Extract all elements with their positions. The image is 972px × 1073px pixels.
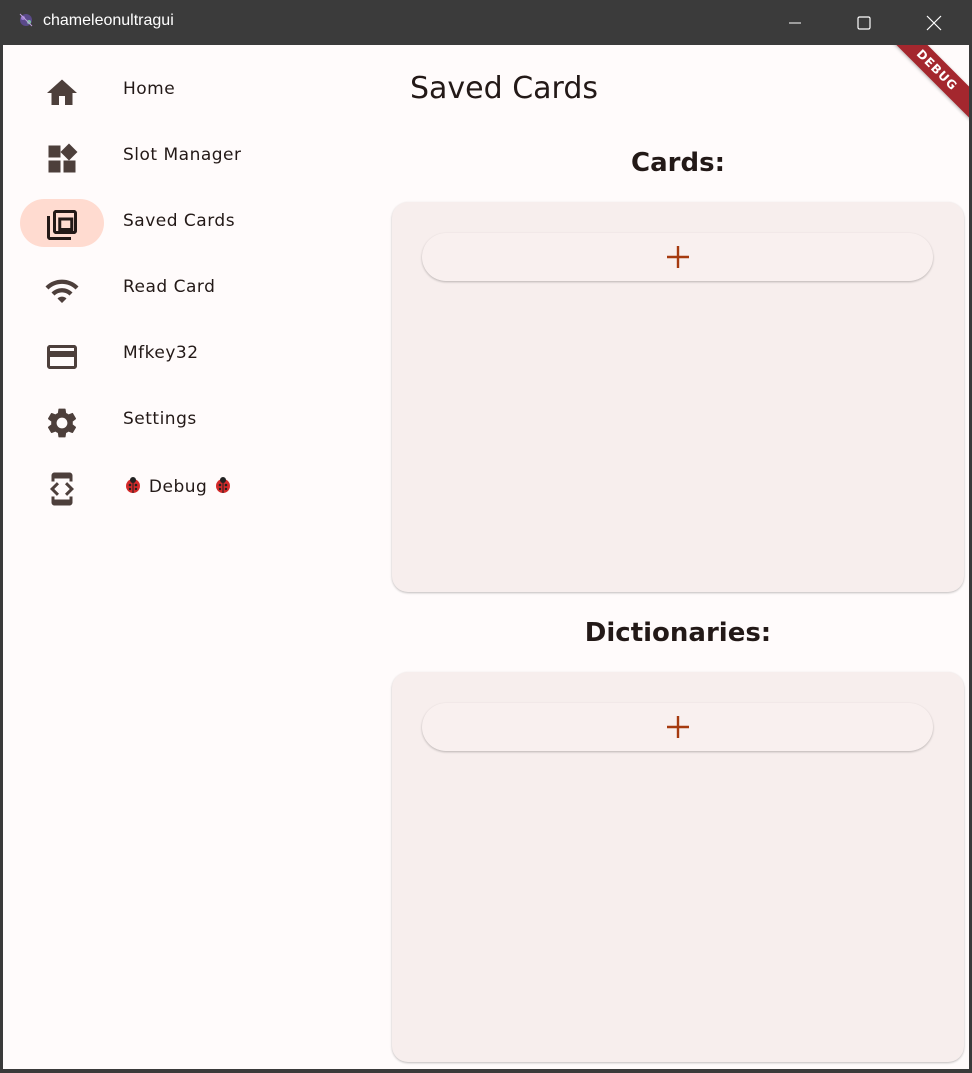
app-logo-icon [19,13,33,27]
nav-label-home: Home [123,79,176,99]
nav-label-debug: Debug [123,475,233,497]
maximize-icon [857,15,871,30]
app-content: Home Slot Manager Saved Cards Read Card … [3,45,969,1069]
home-icon [47,79,77,105]
nav-item-debug[interactable]: Debug [3,459,363,515]
nav-label-settings: Settings [123,409,197,429]
dictionaries-section-title: Dictionaries: [584,618,772,648]
page-title: Saved Cards [410,71,599,106]
debug-label-text: Debug [148,477,208,497]
plus-icon [666,716,689,738]
nav-item-mfkey32[interactable]: Mfkey32 [3,327,363,383]
minimize-icon [789,22,801,23]
developer-mode-icon [50,472,74,506]
nav-label-slot-manager: Slot Manager [123,145,242,165]
nav-label-mfkey32: Mfkey32 [123,343,199,363]
plus-icon [666,246,689,268]
minimize-button[interactable] [760,0,830,45]
app-window: chameleonultragui Home Slot Manager Save… [0,0,972,1073]
add-dictionary-button[interactable] [422,703,933,751]
gear-icon [47,408,77,438]
cards-section-title: Cards: [631,148,725,178]
close-icon [926,15,942,30]
dictionaries-panel [392,672,964,1062]
nav-label-read-card: Read Card [123,277,216,297]
close-button[interactable] [899,0,969,45]
debug-banner: DEBUG [886,45,969,121]
nav-item-read-card[interactable]: Read Card [3,261,363,317]
nav-item-home[interactable]: Home [3,63,363,119]
add-card-button[interactable] [422,233,933,281]
maximize-button[interactable] [829,0,899,45]
library-icon [47,210,77,240]
nav-label-saved-cards: Saved Cards [123,211,236,231]
ladybug-icon [126,477,140,493]
nav-item-slot-manager[interactable]: Slot Manager [3,129,363,185]
title-bar[interactable]: chameleonultragui [0,0,972,45]
navigation-rail: Home Slot Manager Saved Cards Read Card … [3,45,383,1069]
cards-panel [392,202,964,592]
nav-item-saved-cards[interactable]: Saved Cards [3,195,363,251]
window-title: chameleonultragui [43,12,174,29]
credit-card-icon [47,345,77,369]
dashboard-icon [48,143,78,173]
wifi-icon [45,279,79,303]
ladybug-icon [216,477,231,493]
nav-item-settings[interactable]: Settings [3,393,363,449]
